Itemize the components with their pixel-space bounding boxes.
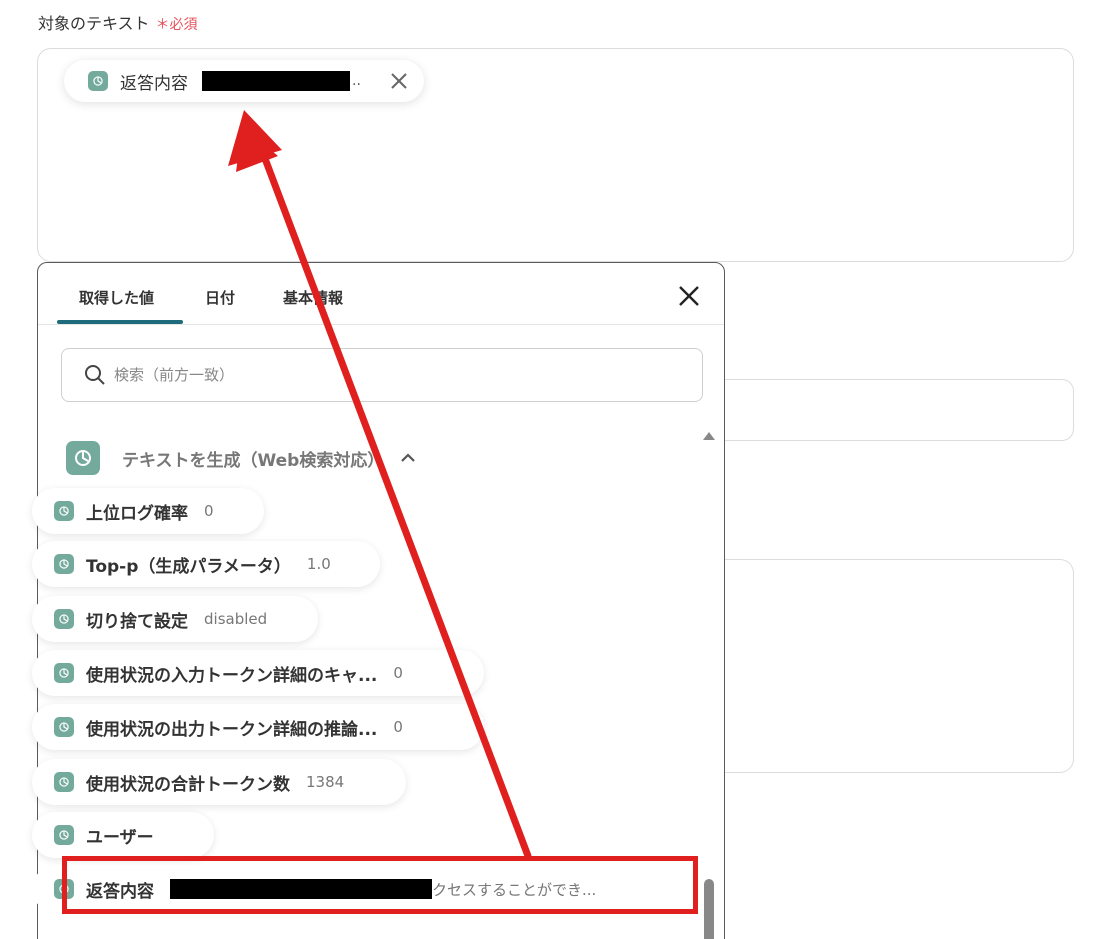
openai-icon — [54, 772, 74, 792]
item-name: 上位ログ確率 — [86, 503, 188, 524]
item-value: 1.0 — [306, 555, 331, 573]
item-name: Top-p（生成パラメータ） — [86, 556, 291, 577]
openai-icon — [54, 609, 74, 629]
chevron-up-icon[interactable] — [400, 450, 416, 466]
item-value: 0 — [393, 664, 403, 682]
chip-label: 返答内容 — [120, 73, 188, 94]
item-name: 切り捨て設定 — [86, 611, 188, 632]
list-item[interactable]: ユーザー — [32, 812, 214, 858]
item-name: ユーザー — [86, 827, 154, 848]
group-title: テキストを生成（Web検索対応） — [122, 450, 385, 471]
field-label: 対象のテキスト ＊必須 — [38, 10, 198, 34]
field-label-text: 対象のテキスト — [38, 14, 150, 33]
list-item[interactable]: 使用状況の合計トークン数 1384 — [32, 759, 406, 805]
list-item[interactable]: 上位ログ確率 0 — [32, 488, 264, 534]
search-input[interactable] — [114, 366, 614, 384]
redacted-block — [202, 71, 350, 91]
openai-icon — [54, 554, 74, 574]
item-value: 1384 — [306, 773, 345, 791]
search-box[interactable] — [61, 348, 703, 402]
active-tab-indicator — [57, 320, 183, 324]
openai-icon — [54, 825, 74, 845]
required-badge: ＊必須 — [155, 17, 198, 33]
scroll-up-arrow-icon[interactable] — [702, 431, 716, 441]
tab-date[interactable]: 日付 — [205, 287, 235, 308]
group-header[interactable]: テキストを生成（Web検索対応） — [66, 441, 416, 475]
openai-icon — [88, 71, 108, 91]
chip-ellipsis: .. — [352, 73, 361, 89]
close-icon[interactable] — [676, 283, 702, 309]
openai-icon — [54, 663, 74, 683]
tab-bar: 取得した値 日付 基本情報 — [38, 263, 724, 325]
item-name: 使用状況の出力トークン詳細の推論... — [86, 719, 378, 740]
item-value: 0 — [393, 718, 403, 736]
scrollbar-thumb[interactable] — [704, 879, 714, 939]
openai-icon — [54, 501, 74, 521]
background-field-2[interactable] — [724, 379, 1074, 441]
item-value: 0 — [204, 502, 214, 520]
remove-chip-close-icon[interactable] — [388, 70, 410, 92]
list-item[interactable]: 使用状況の出力トークン詳細の推論... 0 — [32, 704, 484, 750]
list-item[interactable]: 使用状況の入力トークン詳細のキャ... 0 — [32, 650, 484, 696]
selected-value-chip[interactable]: 返答内容 .. — [64, 60, 424, 102]
openai-icon — [66, 441, 100, 475]
item-name: 使用状況の入力トークン詳細のキャ... — [86, 665, 378, 686]
item-name: 使用状況の合計トークン数 — [86, 774, 290, 795]
list-item[interactable]: 切り捨て設定 disabled — [32, 596, 318, 642]
background-field-3[interactable] — [724, 559, 1074, 773]
tab-acquired-values[interactable]: 取得した値 — [79, 287, 154, 308]
search-icon — [85, 365, 105, 385]
list-item[interactable]: Top-p（生成パラメータ） 1.0 — [32, 541, 380, 587]
item-value: disabled — [204, 610, 268, 628]
tab-basic-info[interactable]: 基本情報 — [283, 287, 343, 308]
annotation-highlight-box — [62, 856, 698, 914]
openai-icon — [54, 717, 74, 737]
